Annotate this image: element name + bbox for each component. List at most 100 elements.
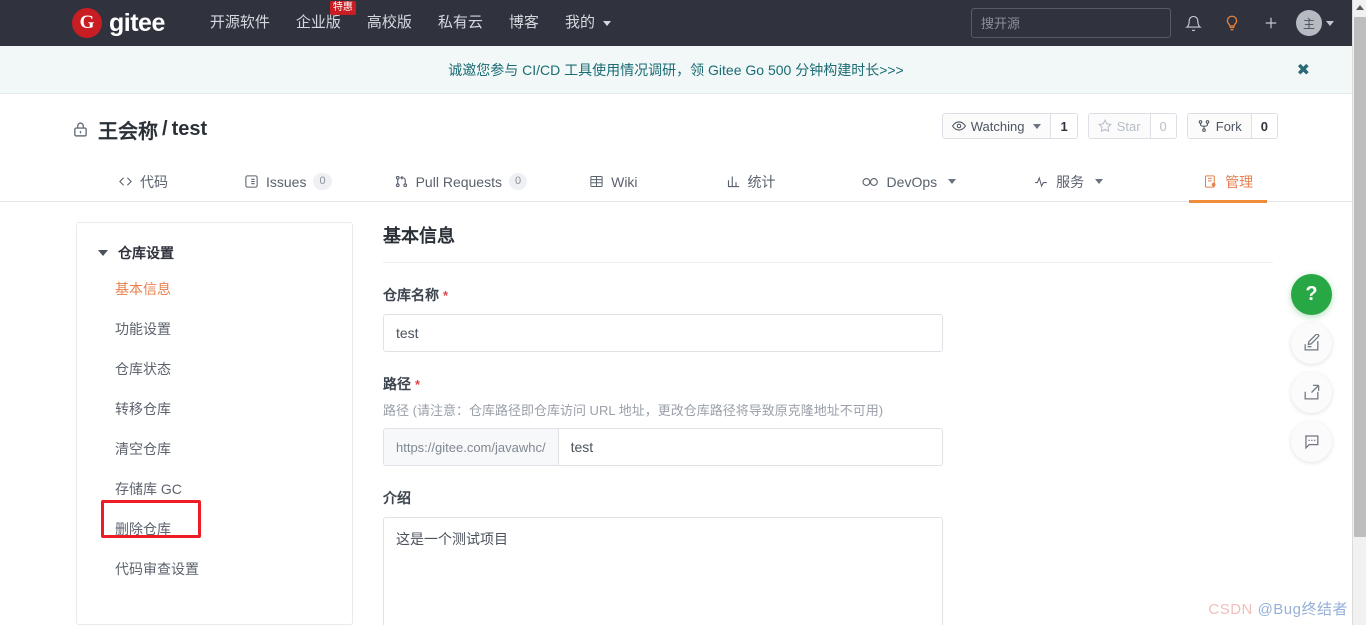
- tab-label: Pull Requests: [416, 174, 502, 190]
- required-marker: *: [415, 377, 420, 392]
- promo-banner-link[interactable]: 诚邀您参与 CI/CD 工具使用情况调研，领 Gitee Go 500 分钟构建…: [448, 60, 903, 80]
- chevron-down-icon: [1095, 179, 1103, 184]
- watch-count: 1: [1050, 114, 1076, 138]
- close-icon[interactable]: ✖: [1297, 60, 1310, 80]
- promo-banner: 诚邀您参与 CI/CD 工具使用情况调研，领 Gitee Go 500 分钟构建…: [0, 46, 1352, 94]
- scroll-up-arrow-icon[interactable]: [1353, 0, 1366, 15]
- sidebar-item-clear-repo[interactable]: 清空仓库: [77, 429, 352, 469]
- tab-label: 管理: [1225, 172, 1253, 192]
- repo-description-textarea[interactable]: 这是一个测试项目: [383, 517, 943, 625]
- gitee-logo-text: gitee: [109, 9, 165, 38]
- top-navigation-bar: G gitee 开源软件 企业版 特惠 高校版 私有云 博客 我的: [0, 0, 1352, 46]
- watermark: CSDN @Bug终结者: [1208, 598, 1348, 619]
- nav-link-campus[interactable]: 高校版: [354, 0, 425, 46]
- bell-icon[interactable]: [1176, 6, 1210, 40]
- book-icon: [589, 174, 604, 189]
- watch-button-group: Watching 1: [942, 113, 1078, 139]
- settings-sidebar: 仓库设置 基本信息 功能设置 仓库状态 转移仓库 清空仓库 存储库 GC 删除仓…: [76, 222, 353, 625]
- code-icon: [118, 174, 133, 189]
- tab-label: Issues: [266, 174, 306, 190]
- sidebar-item-feature-settings[interactable]: 功能设置: [77, 309, 352, 349]
- nav-link-enterprise[interactable]: 企业版 特惠: [283, 0, 354, 46]
- repo-owner-link[interactable]: 王会称: [98, 115, 158, 144]
- nav-link-opensource[interactable]: 开源软件: [197, 0, 283, 46]
- form-heading: 基本信息: [383, 222, 1273, 263]
- nav-right-cluster: 主: [971, 6, 1352, 40]
- nav-link-label: 开源软件: [210, 14, 270, 31]
- field-repo-name: 仓库名称*: [383, 285, 1273, 352]
- nav-link-mine[interactable]: 我的: [552, 0, 624, 46]
- sidebar-section-label: 仓库设置: [118, 243, 174, 263]
- sidebar-item-storage-gc[interactable]: 存储库 GC: [77, 469, 352, 509]
- field-repo-description: 介绍 这是一个测试项目: [383, 488, 1273, 625]
- sidebar-item-label: 存储库 GC: [115, 481, 182, 497]
- nav-link-private-cloud[interactable]: 私有云: [425, 0, 496, 46]
- tab-badge: 0: [313, 173, 331, 190]
- nav-link-blog[interactable]: 博客: [496, 0, 552, 46]
- watermark-prefix: CSDN: [1208, 601, 1253, 618]
- sidebar-section-repo-settings[interactable]: 仓库设置: [77, 237, 352, 269]
- scrollbar-thumb[interactable]: [1354, 17, 1366, 537]
- chart-icon: [726, 174, 741, 189]
- sidebar-item-repo-status[interactable]: 仓库状态: [77, 349, 352, 389]
- field-hint: 路径 (请注意：仓库路径即仓库访问 URL 地址，更改仓库路径将导致原克隆地址不…: [383, 400, 1273, 419]
- sidebar-item-code-review-settings[interactable]: 代码审查设置: [77, 549, 352, 589]
- repository-header: 王会称 / test Watching 1: [0, 95, 1352, 162]
- sidebar-item-delete-repo[interactable]: 删除仓库: [77, 509, 352, 549]
- field-label: 仓库名称*: [383, 285, 1273, 305]
- tab-code[interactable]: 代码: [118, 162, 168, 202]
- sidebar-item-label: 功能设置: [115, 321, 171, 337]
- tab-wiki[interactable]: Wiki: [589, 162, 637, 202]
- chevron-down-icon: [603, 21, 611, 26]
- pulse-icon: [1033, 175, 1049, 189]
- lightbulb-icon[interactable]: [1215, 6, 1249, 40]
- avatar: 主: [1296, 10, 1322, 36]
- plus-icon[interactable]: [1254, 6, 1288, 40]
- tab-label: 统计: [748, 172, 776, 192]
- tab-services[interactable]: 服务: [1033, 162, 1103, 202]
- infinity-icon: [861, 175, 880, 189]
- repo-path-input[interactable]: [558, 428, 943, 466]
- fork-button[interactable]: Fork: [1188, 114, 1251, 138]
- repo-name-input[interactable]: [383, 314, 943, 352]
- feedback-edit-icon[interactable]: [1291, 323, 1332, 364]
- tab-label: Wiki: [611, 174, 637, 190]
- gitee-logo[interactable]: G gitee: [72, 8, 165, 38]
- required-marker: *: [443, 288, 448, 303]
- star-button-group: Star 0: [1088, 113, 1177, 139]
- user-menu[interactable]: 主: [1296, 10, 1334, 36]
- tab-statistics[interactable]: 统计: [726, 162, 776, 202]
- lock-icon: [72, 120, 89, 139]
- nav-link-label: 企业版: [296, 14, 341, 31]
- tab-pull-requests[interactable]: Pull Requests 0: [394, 162, 528, 202]
- star-count: 0: [1150, 114, 1176, 138]
- nav-link-label: 私有云: [438, 14, 483, 31]
- repo-name-link[interactable]: test: [172, 118, 208, 141]
- share-icon[interactable]: [1291, 372, 1332, 413]
- tab-management[interactable]: 管理: [1203, 162, 1253, 202]
- page-title: 王会称 / test: [72, 115, 207, 144]
- help-glyph: ?: [1305, 283, 1317, 306]
- page-scrollbar[interactable]: [1352, 0, 1366, 625]
- field-repo-path: 路径* 路径 (请注意：仓库路径即仓库访问 URL 地址，更改仓库路径将导致原克…: [383, 374, 1273, 466]
- sidebar-item-basic-info[interactable]: 基本信息: [77, 269, 352, 309]
- tab-issues[interactable]: Issues 0: [244, 162, 332, 202]
- watermark-text: @Bug终结者: [1253, 601, 1348, 618]
- nav-link-label: 博客: [509, 14, 539, 31]
- field-label: 路径*: [383, 374, 1273, 394]
- sidebar-item-label: 删除仓库: [115, 521, 171, 537]
- sidebar-item-transfer-repo[interactable]: 转移仓库: [77, 389, 352, 429]
- chevron-down-icon: [948, 179, 956, 184]
- search-input[interactable]: [971, 8, 1171, 38]
- primary-nav-links: 开源软件 企业版 特惠 高校版 私有云 博客 我的: [197, 0, 624, 46]
- watch-button[interactable]: Watching: [943, 114, 1051, 138]
- star-button-label: Star: [1117, 119, 1141, 134]
- help-icon[interactable]: ?: [1291, 274, 1332, 315]
- star-button[interactable]: Star: [1089, 114, 1150, 138]
- page-root: G gitee 开源软件 企业版 特惠 高校版 私有云 博客 我的: [0, 0, 1366, 625]
- watch-button-label: Watching: [971, 119, 1025, 134]
- comment-icon[interactable]: [1291, 421, 1332, 462]
- tab-label: DevOps: [887, 174, 938, 190]
- tab-devops[interactable]: DevOps: [861, 162, 957, 202]
- settings-main-panel: 基本信息 仓库名称* 路径* 路径 (请注意：仓库路径即仓库访问 URL 地址，…: [383, 222, 1273, 625]
